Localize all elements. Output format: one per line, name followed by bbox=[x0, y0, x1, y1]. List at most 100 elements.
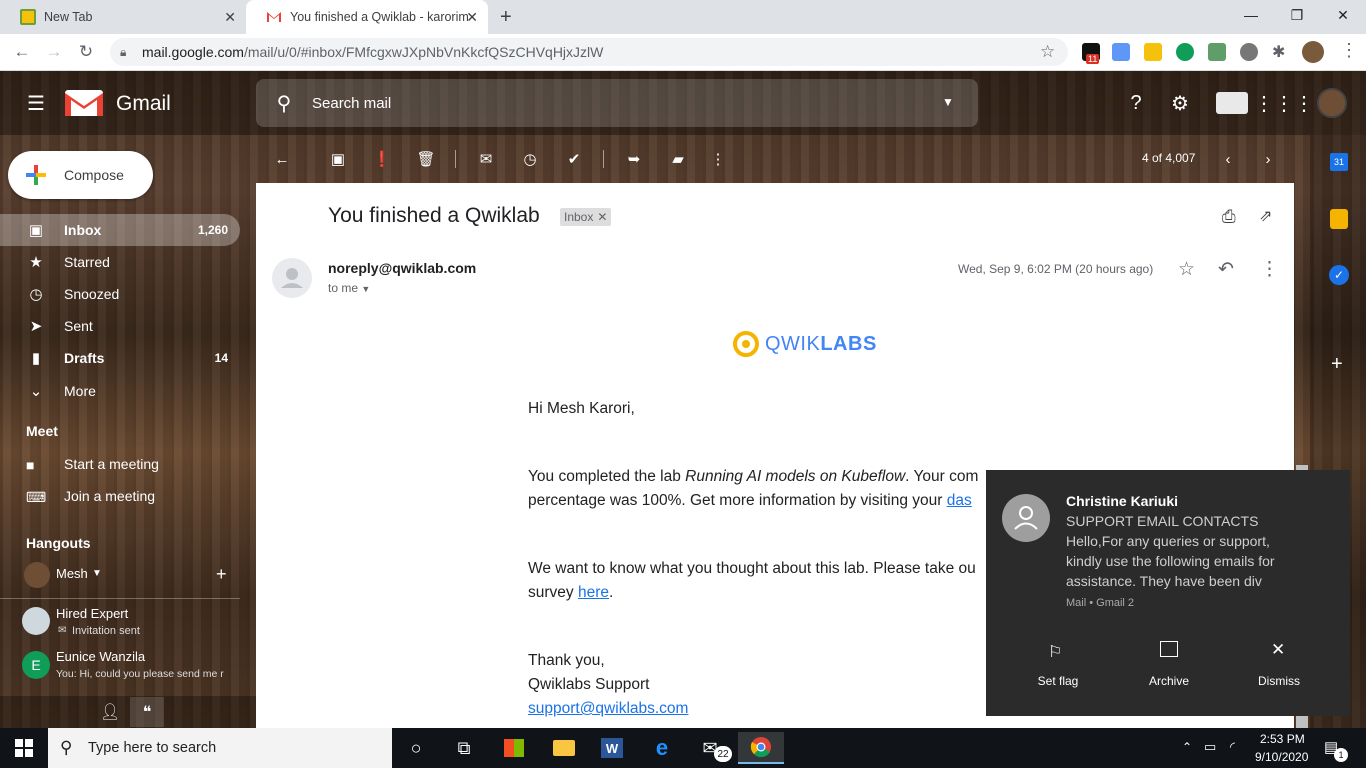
chrome-menu-icon[interactable]: ⋮ bbox=[1340, 40, 1358, 61]
file-explorer-folder-icon[interactable] bbox=[544, 732, 584, 764]
sidebar-item-more[interactable]: ⌄ More bbox=[0, 375, 240, 407]
newer-chevron-icon[interactable]: ‹ bbox=[1216, 148, 1240, 170]
sidebar-item-drafts[interactable]: ▮ Drafts 14 bbox=[0, 342, 240, 374]
archive-box-icon[interactable] bbox=[1160, 641, 1178, 657]
dismiss-x-icon[interactable]: ✕ bbox=[1271, 640, 1285, 660]
get-addons-plus-icon[interactable]: + bbox=[1331, 353, 1343, 376]
forward-arrow-icon[interactable]: → bbox=[42, 41, 66, 63]
inbox-label-badge[interactable]: Inbox ✕ bbox=[560, 208, 612, 226]
wifi-icon[interactable]: ◜ bbox=[1230, 739, 1235, 755]
reply-icon[interactable]: ↶ bbox=[1218, 258, 1234, 281]
search-icon[interactable]: ⚲ bbox=[272, 91, 296, 115]
calendar-icon[interactable]: 31 bbox=[1330, 153, 1348, 171]
mail-notification-icon[interactable] bbox=[1216, 92, 1248, 114]
set-flag-button[interactable]: Set flag bbox=[998, 674, 1118, 688]
close-tab-icon[interactable]: ✕ bbox=[224, 9, 236, 26]
older-chevron-icon[interactable]: › bbox=[1256, 148, 1280, 170]
remove-label-icon[interactable]: ✕ bbox=[597, 210, 607, 224]
tab-title: You finished a Qwiklab - karorim bbox=[290, 10, 469, 24]
profile-avatar[interactable] bbox=[1302, 41, 1324, 63]
more-actions-icon[interactable]: ⋮ bbox=[1260, 258, 1279, 281]
contacts-person-icon[interactable]: 👤︎ bbox=[100, 702, 120, 722]
extension-icon[interactable] bbox=[1240, 43, 1258, 61]
sidebar-item-snoozed[interactable]: ◷ Snoozed bbox=[0, 278, 240, 310]
tab-new-tab[interactable]: New Tab ✕ bbox=[0, 0, 246, 34]
back-to-inbox-icon[interactable]: ← bbox=[270, 148, 294, 170]
taskbar-clock-time[interactable]: 2:53 PM bbox=[1260, 732, 1305, 746]
hangouts-chat-icon[interactable]: ❝ bbox=[130, 697, 164, 727]
star-icon[interactable]: ☆ bbox=[1178, 258, 1195, 281]
edge-browser-icon[interactable]: e bbox=[642, 732, 682, 764]
sidebar-item-inbox[interactable]: ▣ Inbox 1,260 bbox=[0, 214, 240, 246]
puzzle-extensions-icon[interactable]: ✱ bbox=[1272, 42, 1285, 62]
dashboard-link[interactable]: das bbox=[947, 492, 972, 509]
recipient-text[interactable]: to me ▼ bbox=[328, 281, 370, 295]
help-icon[interactable]: ? bbox=[1124, 91, 1148, 115]
apps-grid-icon[interactable]: ⋮⋮⋮ bbox=[1254, 91, 1314, 115]
search-input[interactable]: Search mail bbox=[312, 95, 391, 112]
contact-name[interactable]: Eunice Wanzila bbox=[56, 649, 145, 664]
account-avatar[interactable] bbox=[1317, 88, 1347, 118]
windows-start-icon[interactable] bbox=[4, 732, 44, 764]
url-text[interactable]: mail.google.com/mail/u/0/#inbox/FMfcgxwJ… bbox=[142, 44, 603, 60]
snooze-clock-icon[interactable]: ◷ bbox=[518, 148, 542, 170]
settings-gear-icon[interactable]: ⚙ bbox=[1168, 91, 1192, 115]
reload-icon[interactable]: ↻ bbox=[74, 41, 98, 63]
new-tab-button[interactable]: + bbox=[500, 6, 512, 29]
cortana-circle-icon[interactable]: ○ bbox=[396, 732, 436, 764]
extension-icon[interactable] bbox=[1112, 43, 1130, 61]
archive-icon[interactable]: ▣ bbox=[326, 148, 350, 170]
add-hangout-icon[interactable]: + bbox=[216, 564, 227, 585]
archive-button[interactable]: Archive bbox=[1109, 674, 1229, 688]
more-options-icon[interactable]: ⋮ bbox=[706, 148, 730, 170]
status-dropdown-icon[interactable]: ▼ bbox=[92, 568, 102, 579]
support-email-link[interactable]: support@qwiklabs.com bbox=[528, 697, 688, 721]
move-to-icon[interactable]: ➥ bbox=[622, 148, 646, 170]
restore-window-icon[interactable]: ❐ bbox=[1274, 0, 1320, 30]
report-spam-icon[interactable]: ❗ bbox=[370, 148, 394, 170]
add-to-tasks-icon[interactable]: ✔ bbox=[562, 148, 586, 170]
mark-unread-icon[interactable]: ✉ bbox=[474, 148, 498, 170]
back-arrow-icon[interactable]: ← bbox=[10, 41, 34, 63]
print-icon[interactable]: ⎙ bbox=[1222, 207, 1236, 227]
close-window-icon[interactable]: ✕ bbox=[1320, 0, 1366, 30]
taskbar-clock-date[interactable]: 9/10/2020 bbox=[1255, 750, 1308, 764]
chrome-app-icon[interactable] bbox=[738, 732, 784, 764]
minimize-window-icon[interactable]: — bbox=[1228, 0, 1274, 30]
contact-avatar[interactable] bbox=[22, 607, 50, 635]
self-avatar[interactable] bbox=[24, 562, 50, 588]
survey-link[interactable]: here bbox=[578, 584, 609, 601]
taskbar-search-input[interactable]: Type here to search bbox=[88, 740, 216, 756]
search-options-icon[interactable]: ▼ bbox=[938, 92, 958, 112]
flag-icon[interactable]: ⚐ bbox=[1048, 642, 1062, 662]
close-tab-icon[interactable]: ✕ bbox=[466, 9, 478, 26]
grammarly-icon[interactable] bbox=[1176, 43, 1194, 61]
task-view-icon[interactable]: ⧉ bbox=[444, 732, 484, 764]
delete-trash-icon[interactable]: 🗑︎ bbox=[414, 148, 438, 170]
dismiss-button[interactable]: Dismiss bbox=[1219, 674, 1339, 688]
extension-icon[interactable] bbox=[1144, 43, 1162, 61]
extension-icon[interactable] bbox=[1208, 43, 1226, 61]
contact-name[interactable]: Hired Expert bbox=[56, 606, 128, 621]
contact-avatar[interactable]: E bbox=[22, 651, 50, 679]
tasks-icon[interactable]: ✓ bbox=[1329, 265, 1349, 285]
word-app-icon[interactable]: W bbox=[592, 732, 632, 764]
sidebar-item-sent[interactable]: ➤ Sent bbox=[0, 310, 240, 342]
keep-icon[interactable] bbox=[1330, 209, 1348, 229]
details-dropdown-icon[interactable]: ▼ bbox=[361, 284, 370, 294]
tab-gmail[interactable]: You finished a Qwiklab - karorim ✕ bbox=[246, 0, 488, 34]
show-hidden-icons-chevron-icon[interactable]: ⌃ bbox=[1182, 740, 1192, 754]
open-new-window-icon[interactable]: ⇗ bbox=[1259, 206, 1272, 226]
label-icon[interactable]: ▰ bbox=[666, 148, 690, 170]
bookmark-star-icon[interactable]: ☆ bbox=[1040, 42, 1055, 62]
join-meeting-link[interactable]: Join a meeting bbox=[64, 488, 155, 504]
start-meeting-link[interactable]: Start a meeting bbox=[64, 456, 159, 472]
main-menu-icon[interactable]: ☰ bbox=[24, 91, 48, 115]
store-bag-icon[interactable] bbox=[494, 732, 534, 764]
sender-email[interactable]: noreply@qwiklab.com bbox=[328, 260, 476, 276]
gmail-logo-icon[interactable] bbox=[64, 88, 104, 118]
sender-avatar[interactable] bbox=[272, 258, 312, 298]
hangouts-self-name[interactable]: Mesh bbox=[56, 566, 88, 581]
sidebar-item-starred[interactable]: ★ Starred bbox=[0, 246, 240, 278]
battery-icon[interactable]: ▭ bbox=[1204, 739, 1216, 755]
